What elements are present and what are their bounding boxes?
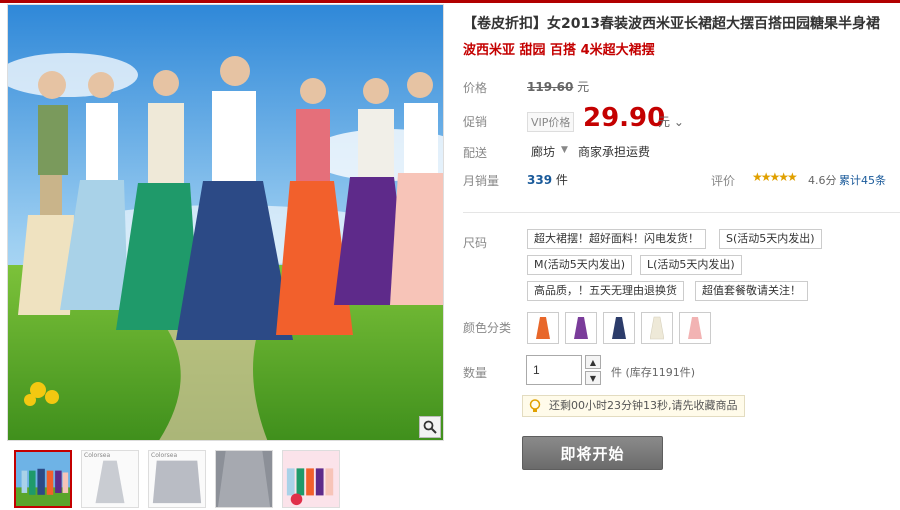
- size-option[interactable]: M(活动5天内发出): [527, 255, 633, 275]
- rating-label: 评价: [711, 174, 736, 188]
- shipping-label: 配送: [463, 146, 488, 160]
- size-option[interactable]: L(活动5天内发出): [640, 255, 742, 275]
- promo-price: 29.90: [583, 103, 666, 133]
- size-option[interactable]: 高品质，！五天无理由退换货: [527, 281, 684, 301]
- monthly-sales-count: 339: [527, 173, 553, 187]
- thumbnail-5[interactable]: [282, 450, 340, 508]
- thumbnail-2[interactable]: Colorsea: [81, 450, 139, 508]
- thumbnail-3[interactable]: Colorsea: [148, 450, 206, 508]
- product-title: 【卷皮折扣】女2013春装波西米亚长裙超大摆百搭田园糖果半身裙: [463, 16, 880, 32]
- shipping-origin[interactable]: 廊坊: [531, 143, 555, 160]
- shipping-note: 商家承担运费: [578, 145, 651, 159]
- skirt-icon: [650, 316, 664, 340]
- size-option[interactable]: 超大裙摆！超好面料！闪电发货！: [527, 229, 706, 249]
- color-swatch-pink[interactable]: [679, 312, 711, 344]
- rating-score: 4.6分: [808, 174, 837, 187]
- lightbulb-icon: [529, 399, 541, 412]
- quantity-label: 数量: [463, 366, 488, 380]
- thumbnail-1[interactable]: [14, 450, 72, 508]
- original-price-unit: 元: [577, 80, 590, 94]
- promo-label: 促销: [463, 115, 488, 129]
- skirt-icon: [536, 317, 550, 339]
- chevron-down-icon: ⌄: [673, 115, 684, 129]
- chevron-up-icon: ▲: [589, 357, 597, 367]
- price-label: 价格: [463, 81, 488, 95]
- thumbnail-image: [82, 451, 138, 507]
- monthly-sales: 339 件: [527, 171, 568, 188]
- coming-soon-button[interactable]: 即将开始: [522, 436, 663, 470]
- color-swatch-purple[interactable]: [565, 312, 597, 344]
- size-option[interactable]: S(活动5天内发出): [719, 229, 822, 249]
- thumbnail-image: [149, 451, 205, 507]
- monthly-sales-label: 月销量: [463, 174, 500, 188]
- rating-stars: ★★★★★: [752, 170, 798, 184]
- quantity-decrease-button[interactable]: ▼: [585, 371, 601, 385]
- magnifier-icon: [423, 420, 437, 434]
- thumbnail-image: [16, 452, 70, 506]
- thumbnail-image: [216, 451, 272, 507]
- section-divider: [463, 212, 900, 213]
- caret-down-icon: ▼: [561, 145, 568, 155]
- color-swatch-navy[interactable]: [603, 312, 635, 344]
- stock-info: 件 (库存1191件): [611, 366, 696, 379]
- original-price-value: 119.60: [527, 80, 574, 94]
- product-subtitle: 波西米亚 甜园 百搭 4米超大裙摆: [463, 43, 655, 58]
- thumbnail-caption: Colorsea: [84, 452, 111, 459]
- color-swatch-orange[interactable]: [527, 312, 559, 344]
- main-product-image[interactable]: [7, 4, 444, 441]
- size-option[interactable]: 超值套餐敬请关注！: [695, 281, 808, 301]
- reviews-link[interactable]: 累计45条: [839, 172, 886, 188]
- countdown-notice: 还剩00小时23分钟13秒,请先收藏商品: [522, 395, 745, 417]
- thumbnail-caption: Colorsea: [151, 452, 178, 459]
- color-swatch-beige[interactable]: [641, 312, 673, 344]
- top-accent-line: [0, 0, 900, 3]
- color-label: 颜色分类: [463, 321, 512, 335]
- product-photo-illustration: [8, 5, 443, 440]
- skirt-icon: [688, 317, 702, 339]
- countdown-text: 还剩00小时23分钟13秒,请先收藏商品: [549, 399, 738, 412]
- skirt-icon: [574, 317, 588, 339]
- thumbnail-4[interactable]: [215, 450, 273, 508]
- vip-price-tag[interactable]: VIP价格: [527, 112, 575, 132]
- quantity-input[interactable]: [526, 355, 582, 385]
- size-label: 尺码: [463, 236, 488, 250]
- thumbnail-strip: Colorsea Colorsea: [14, 450, 340, 510]
- skirt-icon: [612, 317, 626, 339]
- thumbnail-image: [283, 451, 339, 507]
- monthly-sales-unit: 件: [555, 173, 568, 187]
- original-price: 119.60 元: [527, 78, 589, 95]
- zoom-button[interactable]: [419, 416, 441, 438]
- quantity-increase-button[interactable]: ▲: [585, 355, 601, 369]
- chevron-down-icon: ▼: [589, 373, 597, 383]
- promo-price-unit[interactable]: 元 ⌄: [658, 113, 684, 130]
- promo-unit-text: 元: [658, 115, 671, 129]
